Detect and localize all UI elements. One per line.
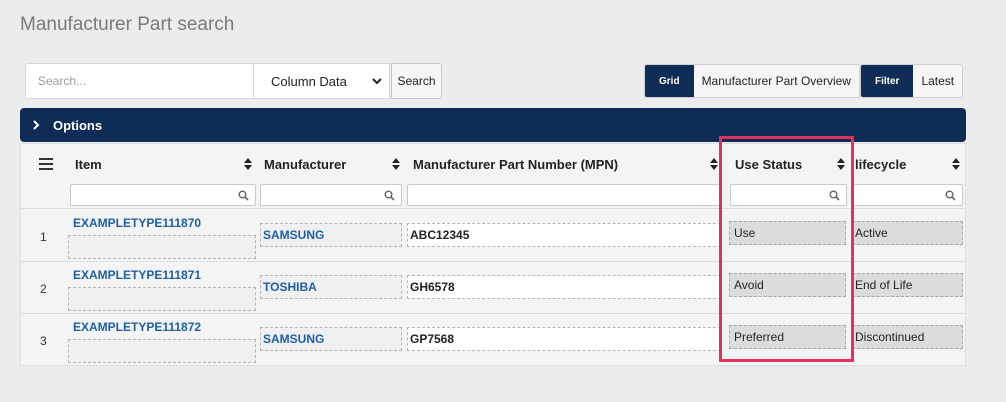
hamburger-icon[interactable] [39, 158, 53, 170]
use-status-field[interactable]: Avoid [729, 273, 846, 297]
search-input[interactable] [25, 63, 253, 99]
manufacturer-link[interactable]: SAMSUNG [260, 223, 402, 247]
filter-manufacturer-input[interactable] [260, 184, 402, 206]
header-manufacturer[interactable]: Manufacturer [264, 157, 346, 172]
header-item[interactable]: Item [75, 157, 102, 172]
row-divider [21, 313, 965, 314]
use-status-field[interactable]: Preferred [729, 325, 846, 349]
sort-icon[interactable] [709, 157, 719, 171]
magnifier-icon [238, 190, 249, 201]
column-select[interactable]: Column Data [253, 63, 390, 99]
header-use-status[interactable]: Use Status [735, 157, 802, 172]
sort-icon[interactable] [836, 157, 846, 171]
filter-lifecycle-input[interactable] [852, 184, 963, 206]
chevron-down-icon [372, 78, 382, 85]
sort-icon[interactable] [391, 157, 401, 171]
magnifier-icon [945, 190, 956, 201]
mpn-field[interactable]: GP7568 [407, 327, 721, 351]
latest-button[interactable]: Latest [913, 65, 963, 97]
lifecycle-field[interactable]: End of Life [852, 273, 963, 297]
filter-item-input[interactable] [70, 184, 256, 206]
options-bar[interactable]: Options [20, 108, 966, 142]
row-divider [21, 261, 965, 262]
magnifier-icon [829, 190, 840, 201]
lifecycle-field[interactable]: Active [852, 221, 963, 245]
parts-table: Item Manufacturer Manufacturer Part Numb… [20, 143, 966, 366]
manufacturer-link[interactable]: SAMSUNG [260, 327, 402, 351]
search-button[interactable]: Search [391, 63, 442, 99]
mpn-field[interactable]: ABC12345 [407, 223, 721, 247]
sort-icon[interactable] [951, 157, 961, 171]
filter-button[interactable]: Filter [861, 65, 914, 97]
mpn-field[interactable]: GH6578 [407, 275, 721, 299]
search-toolbar: Column Data Search [25, 63, 442, 99]
view-toggle: Grid Manufacturer Part Overview [644, 64, 860, 98]
item-link[interactable]: EXAMPLETYPE111871 [73, 268, 201, 282]
page-title: Manufacturer Part search [20, 14, 235, 35]
row-divider [21, 208, 965, 209]
chevron-right-icon [33, 120, 40, 130]
magnifier-icon [384, 190, 395, 201]
filter-mpn-input[interactable] [407, 184, 721, 206]
header-mpn[interactable]: Manufacturer Part Number (MPN) [413, 157, 618, 172]
grid-view-button[interactable]: Grid [645, 65, 694, 97]
item-edit-field[interactable] [68, 287, 256, 311]
row-number: 1 [40, 230, 47, 244]
row-number: 2 [40, 282, 47, 296]
item-edit-field[interactable] [68, 339, 256, 363]
manufacturer-link[interactable]: TOSHIBA [260, 275, 402, 299]
row-number: 3 [40, 334, 47, 348]
filter-use-status-input[interactable] [730, 184, 847, 206]
header-lifecycle[interactable]: lifecycle [855, 157, 906, 172]
sort-icon[interactable] [243, 157, 253, 171]
options-label: Options [53, 117, 103, 133]
item-link[interactable]: EXAMPLETYPE111872 [73, 320, 201, 334]
overview-view-button[interactable]: Manufacturer Part Overview [693, 65, 859, 97]
lifecycle-field[interactable]: Discontinued [852, 325, 963, 349]
use-status-field[interactable]: Use [729, 221, 846, 245]
filter-toggle: Filter Latest [860, 64, 964, 98]
column-select-value: Column Data [271, 73, 347, 89]
item-link[interactable]: EXAMPLETYPE111870 [73, 216, 201, 230]
item-edit-field[interactable] [68, 235, 256, 259]
